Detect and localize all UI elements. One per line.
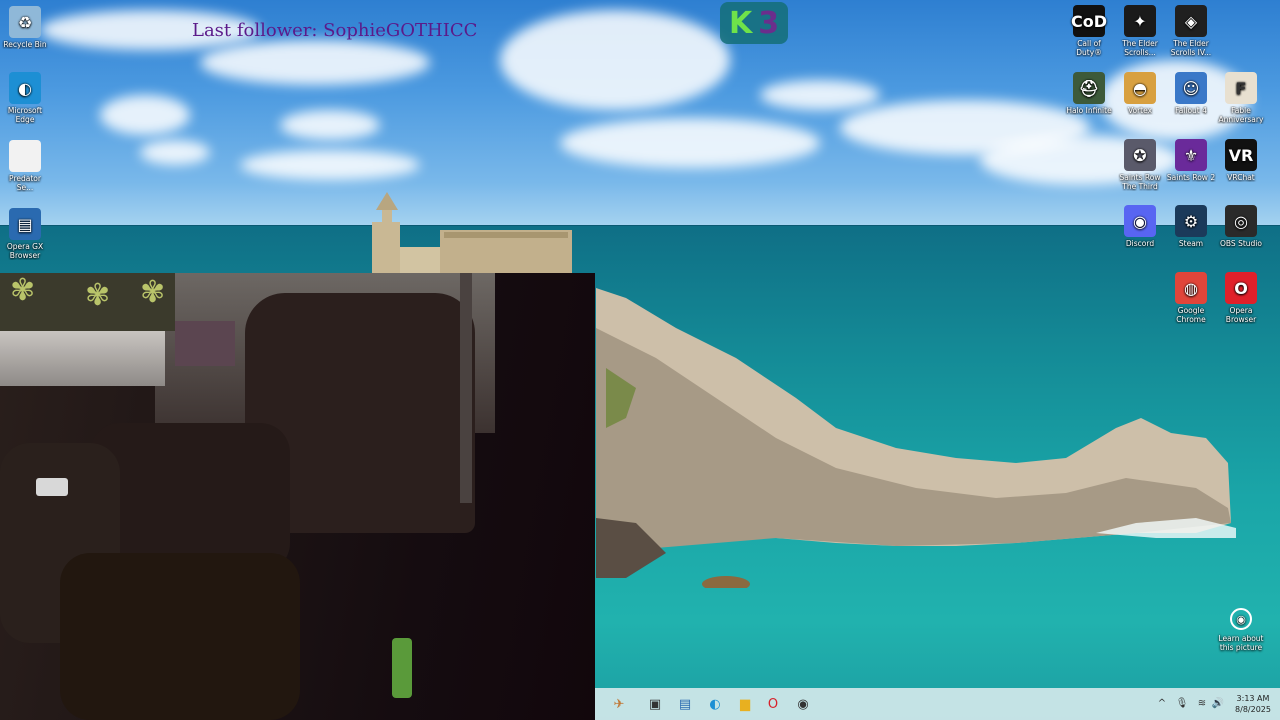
edge-icon: ◐: [9, 72, 41, 104]
discord-icon: ◉: [1124, 205, 1156, 237]
desktop-shortcut-label: The Elder Scrolls IV...: [1170, 39, 1212, 57]
elder-scrolls-icon: ✦: [1124, 5, 1156, 37]
microphone-icon[interactable]: 🎙: [1175, 697, 1189, 711]
desktop-shortcut[interactable]: ✪ Saints Row The Third: [1115, 139, 1165, 191]
halo-infinite-icon: ⛑: [1073, 72, 1105, 104]
desktop-shortcut-label: Call of Duty®: [1076, 39, 1102, 57]
desktop-shortcut[interactable]: ✦ The Elder Scrolls...: [1115, 5, 1165, 57]
desktop-shortcut[interactable]: F Fable Anniversary: [1216, 72, 1266, 124]
desktop-shortcut-label: Recycle Bin: [3, 40, 47, 49]
saints-row-third-icon: ✪: [1124, 139, 1156, 171]
opera-gx-shortcut-icon: ▤: [9, 208, 41, 240]
tray-chevron-icon[interactable]: ^: [1155, 697, 1169, 711]
desktop-shortcut-label: Saints Row 2: [1166, 173, 1216, 182]
opera-icon: O: [767, 696, 779, 712]
fable-icon: F: [1225, 72, 1257, 104]
obs-icon: ◎: [1225, 205, 1257, 237]
recycle-bin-icon: ♻: [9, 6, 41, 38]
window-app-icon: ▤: [678, 696, 692, 712]
desktop-shortcut-label: Steam: [1178, 239, 1204, 248]
desktop-shortcut-label: Predator Se...: [9, 174, 41, 192]
desktop-shortcut[interactable]: ▤ Opera GX Browser: [0, 208, 50, 260]
wifi-icon[interactable]: ≋: [1195, 697, 1209, 711]
vrchat-icon: VR: [1225, 139, 1257, 171]
desktop-shortcut-label: Google Chrome: [1176, 306, 1206, 324]
learn-about-picture-label: Learn about this picture: [1218, 634, 1264, 652]
chrome-icon: ◍: [1175, 272, 1207, 304]
learn-about-picture[interactable]: ◉ Learn about this picture: [1213, 608, 1269, 652]
game-app-icon: ✈: [613, 696, 625, 712]
logo-three: 3: [758, 5, 780, 41]
clock-time: 3:13 AM: [1236, 694, 1270, 703]
desktop-shortcut-label: VRChat: [1227, 173, 1255, 182]
desktop-shortcut[interactable]: ⚜ Saints Row 2: [1166, 139, 1216, 182]
desktop-shortcut-label: The Elder Scrolls...: [1122, 39, 1158, 57]
desktop-shortcut[interactable]: ⚙ Steam: [1166, 205, 1216, 248]
taskbar-opera-gx[interactable]: ▤: [673, 692, 697, 716]
vortex-icon: ◓: [1124, 72, 1156, 104]
file-icon: [9, 140, 41, 172]
desktop-shortcut-label: OBS Studio: [1220, 239, 1262, 248]
wallpaper-castle: [372, 192, 572, 274]
taskbar: ✈ ▣ ▤ ◐ ▆ O ◉ ^ 🎙 ≋ 🔊 3:13 AM 8/8/2025: [595, 688, 1280, 720]
taskbar-file-explorer[interactable]: ▆: [733, 692, 757, 716]
taskbar-task-view[interactable]: ▣: [643, 692, 667, 716]
logo-k: K: [728, 5, 753, 41]
volume-icon[interactable]: 🔊: [1211, 697, 1225, 711]
webcam-overlay: ✾ ✾ ✾: [0, 273, 595, 720]
desktop-shortcut-label: Vortex: [1127, 106, 1153, 115]
saints-row-2-icon: ⚜: [1175, 139, 1207, 171]
oblivion-icon: ◈: [1175, 5, 1207, 37]
desktop-shortcut-label: Fallout 4: [1175, 106, 1207, 115]
wallpaper-rock: [596, 288, 1236, 588]
desktop-shortcut[interactable]: ◎ OBS Studio: [1216, 205, 1266, 248]
obs-icon: ◉: [797, 696, 809, 712]
desktop-shortcut[interactable]: ◈ The Elder Scrolls IV...: [1166, 5, 1216, 57]
desktop-shortcut[interactable]: Predator Se...: [0, 140, 50, 192]
desktop-shortcut[interactable]: O Opera Browser: [1216, 272, 1266, 324]
taskbar-edge[interactable]: ◐: [703, 692, 727, 716]
desktop-shortcut[interactable]: ◍ Google Chrome: [1166, 272, 1216, 324]
steam-icon: ⚙: [1175, 205, 1207, 237]
task-view-icon: ▣: [648, 696, 662, 712]
taskbar-opera[interactable]: O: [761, 692, 785, 716]
desktop-shortcut[interactable]: ◓ Vortex: [1115, 72, 1165, 115]
desktop-shortcut-label: Opera Browser: [1225, 306, 1257, 324]
desktop-shortcut-label: Fable Anniversary: [1218, 106, 1264, 124]
desktop-shortcut-label: Microsoft Edge: [7, 106, 43, 124]
desktop-shortcut-label: Halo Infinite: [1066, 106, 1112, 115]
desktop-shortcut[interactable]: ⛑ Halo Infinite: [1064, 72, 1114, 115]
desktop-shortcut[interactable]: ☺ Fallout 4: [1166, 72, 1216, 115]
taskbar-obs[interactable]: ◉: [791, 692, 815, 716]
desktop-shortcut-label: Opera GX Browser: [6, 242, 44, 260]
last-follower-text: Last follower: SophieGOTHICC: [192, 20, 478, 41]
desktop-shortcut[interactable]: ◉ Discord: [1115, 205, 1165, 248]
camera-icon: ◉: [1230, 608, 1252, 630]
fallout4-icon: ☺: [1175, 72, 1207, 104]
opera-icon: O: [1225, 272, 1257, 304]
call-of-duty-icon: CoD: [1071, 5, 1107, 37]
edge-icon: ◐: [709, 696, 721, 712]
desktop-shortcut[interactable]: ♻ Recycle Bin: [0, 6, 50, 49]
folder-icon: ▆: [740, 696, 750, 712]
desktop-shortcut-label: Saints Row The Third: [1119, 173, 1161, 191]
desktop-shortcut[interactable]: CoD Call of Duty®: [1064, 5, 1114, 57]
k3-logo: K 3: [720, 2, 788, 44]
desktop-shortcut[interactable]: VR VRChat: [1216, 139, 1266, 182]
desktop-shortcut-label: Discord: [1125, 239, 1155, 248]
taskbar-clock[interactable]: 3:13 AM 8/8/2025: [1228, 693, 1278, 715]
taskbar-app-game[interactable]: ✈: [607, 692, 631, 716]
clock-date: 8/8/2025: [1235, 705, 1271, 714]
desktop-shortcut[interactable]: ◐ Microsoft Edge: [0, 72, 50, 124]
